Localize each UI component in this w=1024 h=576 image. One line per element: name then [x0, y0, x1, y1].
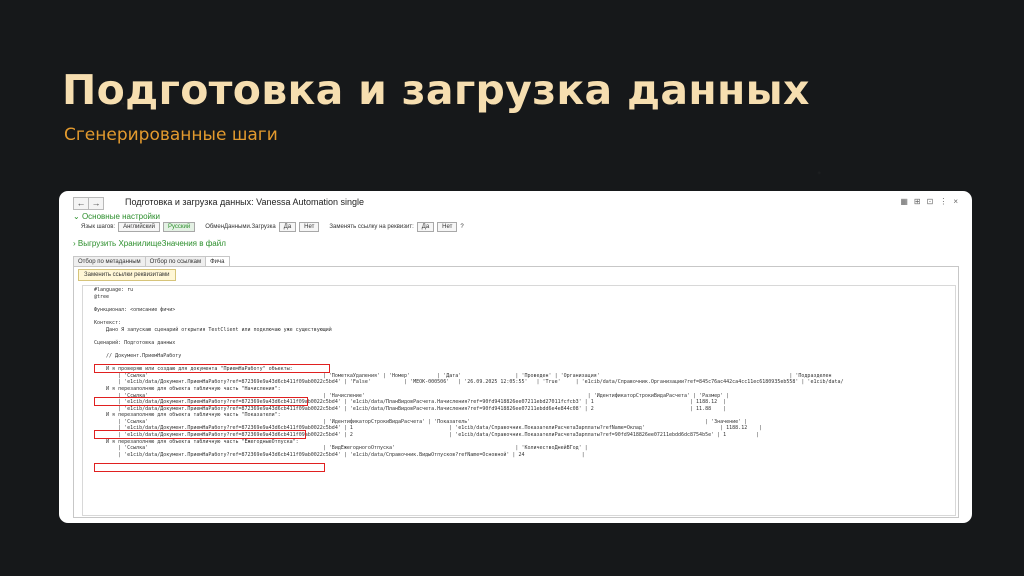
highlight-indicators — [94, 430, 306, 439]
exchange-no-button[interactable]: Нет — [299, 222, 320, 232]
settings-row: Язык шагов: Английский Русский ОбменДанн… — [81, 222, 464, 232]
more-icon[interactable]: ⋮ — [939, 197, 947, 206]
nav-buttons: ← → — [73, 197, 104, 210]
code-line: @tree — [94, 293, 110, 300]
close-icon[interactable]: × — [953, 197, 958, 206]
highlight-create-objects — [94, 364, 330, 373]
export-label: Выгрузить ХранилищеЗначения в файл — [77, 239, 226, 248]
feature-code-editor[interactable]: #language: ru @tree Функционал: <описание… — [82, 285, 956, 516]
main-settings-toggle[interactable]: ⌄ Основные настройки — [73, 212, 160, 221]
replace-no-button[interactable]: Нет — [437, 222, 458, 232]
save-icon[interactable]: ▦ — [900, 197, 908, 206]
window-title: Подготовка и загрузка данных: Vanessa Au… — [125, 197, 365, 207]
code-line: Сценарий: Подготовка данных — [94, 339, 176, 346]
back-button[interactable]: ← — [73, 197, 89, 210]
print-icon[interactable]: ⊞ — [914, 197, 921, 206]
export-toggle[interactable]: › Выгрузить ХранилищеЗначения в файл — [73, 239, 226, 248]
window-header: ← → Подготовка и загрузка данных: Vaness… — [73, 197, 958, 213]
code-line: И я перезаполняю для объекта табличную ч… — [94, 385, 281, 392]
code-line: | 'Ссылка' | 'ВидЕжегодногоОтпуска' | 'К… — [94, 445, 588, 452]
code-line: Контекст: — [94, 319, 122, 326]
feature-panel: Заменить ссылки реквизитами #language: r… — [73, 266, 959, 518]
lang-ru-button[interactable]: Русский — [163, 222, 196, 232]
replace-yes-button[interactable]: Да — [416, 222, 435, 232]
highlight-accruals — [94, 397, 308, 406]
expand-icon[interactable]: ⊡ — [927, 197, 934, 206]
code-line: Функционал: <описание фичи> — [94, 306, 176, 313]
replace-ref-label: Заменять ссылку на реквизит: — [329, 224, 414, 230]
code-line: | 'e1cib/data/Документ.ПриемНаРаботу?ref… — [94, 379, 844, 386]
code-line: | 'e1cib/data/Документ.ПриемНаРаботу?ref… — [94, 451, 585, 458]
slide-title: Подготовка и загрузка данных — [62, 66, 810, 114]
code-line: // Документ.ПриемНаРаботу — [94, 352, 182, 359]
lang-label: Язык шагов: — [81, 224, 116, 230]
exchange-yes-button[interactable]: Да — [278, 222, 297, 232]
app-window: ← → Подготовка и загрузка данных: Vaness… — [59, 191, 972, 523]
forward-button[interactable]: → — [89, 197, 104, 210]
code-line: #language: ru — [94, 287, 134, 293]
replace-links-button[interactable]: Заменить ссылки реквизитами — [78, 269, 176, 281]
code-line: Дано Я запускаю сценарий открытия TestCl… — [94, 326, 332, 333]
exchange-label: ОбменДанными.Загрузка — [205, 224, 276, 230]
code-line: И я перезаполняю для объекта табличную ч… — [94, 412, 281, 419]
main-settings-label: Основные настройки — [81, 212, 160, 221]
help-icon[interactable]: ? — [460, 224, 463, 230]
window-controls: ▦ ⊞ ⊡ ⋮ × — [900, 197, 958, 206]
chevron-down-icon: ⌄ — [73, 212, 82, 221]
slide-subtitle: Сгенерированные шаги — [64, 125, 278, 145]
lang-en-button[interactable]: Английский — [118, 222, 160, 232]
code-line: И я перезаполняю для объекта табличную ч… — [94, 438, 299, 445]
highlight-annual-leave — [94, 463, 325, 472]
